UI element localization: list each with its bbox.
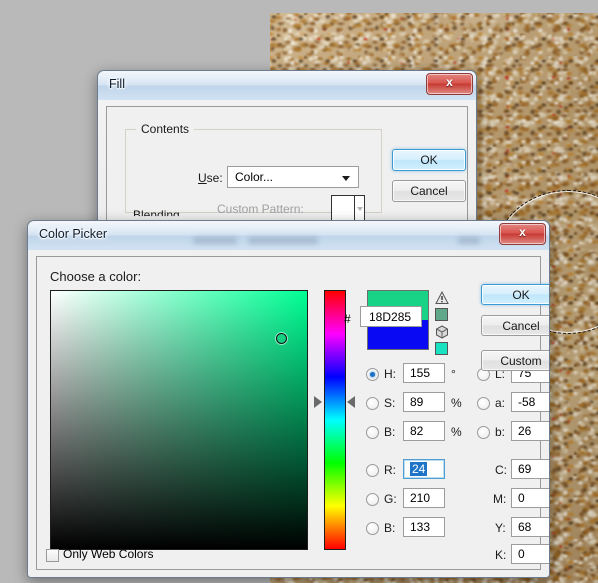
input-hsb-s[interactable]: 89 <box>403 392 445 412</box>
radio-hsb-s[interactable] <box>366 397 379 410</box>
use-label-accel: U <box>198 171 207 185</box>
only-web-colors-label: Only Web Colors <box>63 547 154 561</box>
label-cmyk-c: C: <box>495 463 507 477</box>
radio-hsb-h[interactable] <box>366 368 379 381</box>
color-picker-custom-button[interactable]: Custom <box>481 350 549 371</box>
value-cmyk-c: 69 <box>518 462 532 476</box>
fill-ok-label: OK <box>420 153 438 167</box>
value-lab-b: 26 <box>518 424 532 438</box>
input-lab-b[interactable]: 26 <box>511 421 549 441</box>
fill-cancel-label: Cancel <box>410 184 448 198</box>
label-hsb-h: H: <box>384 367 396 381</box>
label-lab-b: b: <box>495 425 506 439</box>
value-lab-a: -58 <box>518 395 536 409</box>
value-rgb-b: 133 <box>410 520 431 534</box>
input-lab-a[interactable]: -58 <box>511 392 549 412</box>
aero-blur-ghost-text <box>193 237 237 244</box>
input-rgb-g[interactable]: 210 <box>403 488 445 508</box>
input-cmyk-c[interactable]: 69 <box>511 459 549 479</box>
radio-hsb-b[interactable] <box>366 426 379 439</box>
hue-slider-right-thumb[interactable] <box>347 395 355 408</box>
fill-cancel-button[interactable]: Cancel <box>392 180 466 202</box>
use-combobox-value: Color... <box>235 170 274 184</box>
chevron-down-icon <box>357 207 363 211</box>
value-rgb-r: 24 <box>410 462 428 476</box>
in-gamut-color-swatch[interactable] <box>435 308 448 321</box>
label-rgb-b: B: <box>384 521 396 535</box>
hex-value: 18D285 <box>369 310 412 324</box>
label-cmyk-k: K: <box>495 548 507 562</box>
hue-slider[interactable] <box>324 290 346 550</box>
input-cmyk-m[interactable]: 0 <box>511 488 549 508</box>
only-web-colors-checkbox[interactable] <box>46 549 59 562</box>
gamut-warning-icon[interactable] <box>435 290 449 305</box>
label-hsb-b: B: <box>384 425 396 439</box>
contents-group-label: Contents <box>136 122 195 136</box>
unit-hsb-b: % <box>451 425 462 439</box>
color-picker-ok-label: OK <box>512 288 530 302</box>
use-label-rest: se: <box>206 171 223 185</box>
custom-pattern-picker[interactable] <box>331 195 365 222</box>
input-rgb-r[interactable]: 24 <box>403 459 445 479</box>
label-hsb-s: S: <box>384 396 396 410</box>
web-safe-cube-icon[interactable] <box>435 325 449 339</box>
input-cmyk-k[interactable]: 0 <box>511 544 549 564</box>
aero-blur-ghost-text <box>248 237 318 244</box>
radio-rgb-g[interactable] <box>366 493 379 506</box>
unit-hsb-h: ° <box>451 367 456 381</box>
label-lab-a: a: <box>495 396 506 410</box>
saturation-brightness-field[interactable] <box>50 290 308 550</box>
color-picker-custom-label: Custom <box>500 354 542 368</box>
sb-gradient <box>51 291 307 549</box>
color-picker-inner-frame: Choose a color: H: 155 ° S: 89 % B: 82 %… <box>36 256 549 570</box>
hex-input[interactable]: 18D285 <box>360 306 422 327</box>
titlebar-glass <box>98 71 476 100</box>
color-picker-titlebar[interactable]: Color Picker x <box>28 221 549 251</box>
use-label: Use: <box>198 171 223 185</box>
value-cmyk-k: 0 <box>518 547 525 561</box>
custom-pattern-label: Custom Pattern: <box>217 202 304 216</box>
label-cmyk-m: M: <box>493 492 507 506</box>
radio-lab-b[interactable] <box>477 426 490 439</box>
color-picker-dialog[interactable]: Color Picker x Choose a color: H: 155 ° … <box>27 220 550 578</box>
unit-hsb-s: % <box>451 396 462 410</box>
choose-a-color-label: Choose a color: <box>50 269 142 284</box>
close-icon: x <box>519 225 526 239</box>
color-picker-client-area: Choose a color: H: 155 ° S: 89 % B: 82 %… <box>28 250 549 577</box>
value-hsb-s: 89 <box>410 395 424 409</box>
fill-dialog-close-button[interactable]: x <box>426 73 473 95</box>
value-hsb-h: 155 <box>410 366 431 380</box>
fill-dialog-titlebar[interactable]: Fill x <box>98 71 476 101</box>
hex-hash-label: # <box>344 312 351 326</box>
pattern-picker-divider <box>354 196 355 221</box>
web-safe-color-swatch[interactable] <box>435 342 448 355</box>
chevron-down-icon <box>342 176 350 181</box>
input-rgb-b[interactable]: 133 <box>403 517 445 537</box>
use-combobox[interactable]: Color... <box>227 166 359 188</box>
value-hsb-b: 82 <box>410 424 424 438</box>
radio-rgb-r[interactable] <box>366 464 379 477</box>
color-picker-ok-button[interactable]: OK <box>481 284 549 305</box>
label-rgb-g: G: <box>384 492 397 506</box>
value-cmyk-y: 68 <box>518 520 532 534</box>
value-rgb-g: 210 <box>410 491 431 505</box>
radio-rgb-b[interactable] <box>366 522 379 535</box>
aero-blur-ghost-text <box>458 237 480 244</box>
color-picker-cancel-button[interactable]: Cancel <box>481 315 549 336</box>
color-picker-close-button[interactable]: x <box>499 223 546 245</box>
fill-ok-button[interactable]: OK <box>392 149 466 171</box>
color-picker-cancel-label: Cancel <box>502 319 540 333</box>
input-cmyk-y[interactable]: 68 <box>511 517 549 537</box>
radio-lab-a[interactable] <box>477 397 490 410</box>
label-rgb-r: R: <box>384 463 396 477</box>
close-icon: x <box>446 75 453 89</box>
color-picker-title: Color Picker <box>39 227 108 241</box>
value-cmyk-m: 0 <box>518 491 525 505</box>
input-hsb-h[interactable]: 155 <box>403 363 445 383</box>
label-cmyk-y: Y: <box>495 521 506 535</box>
hue-slider-left-thumb[interactable] <box>314 395 322 408</box>
fill-dialog-title: Fill <box>109 77 125 91</box>
input-hsb-b[interactable]: 82 <box>403 421 445 441</box>
color-field-marker[interactable] <box>275 332 287 344</box>
